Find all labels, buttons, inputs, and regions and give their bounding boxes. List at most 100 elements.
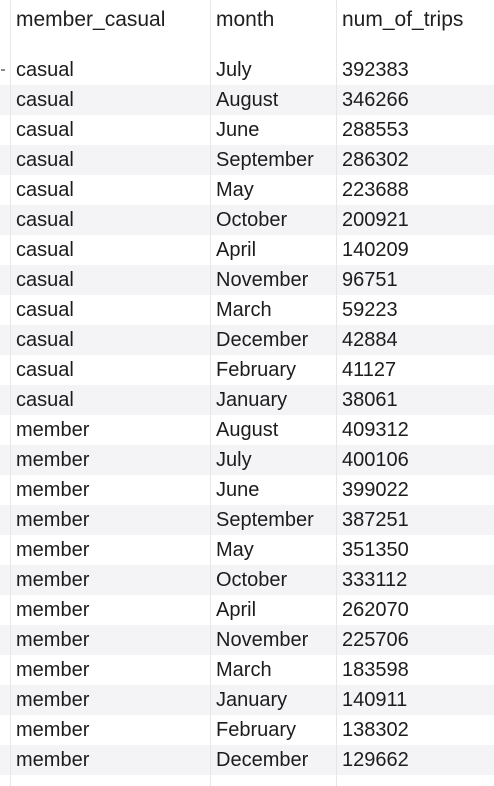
cell-month[interactable]: April (216, 239, 256, 261)
cell-member-casual[interactable]: member (16, 629, 89, 651)
table-row[interactable]: casual April 140209 (0, 235, 494, 265)
table-row[interactable]: member August 409312 (0, 415, 494, 445)
cell-member-casual[interactable]: member (16, 749, 89, 771)
cell-month[interactable]: January (216, 689, 287, 711)
cell-member-casual[interactable]: member (16, 539, 89, 561)
table-row[interactable]: member October 333112 (0, 565, 494, 595)
cell-num-of-trips[interactable]: 140911 (342, 689, 407, 711)
cell-num-of-trips[interactable]: 333112 (342, 569, 407, 591)
cell-month[interactable]: April (216, 599, 256, 621)
cell-member-casual[interactable]: casual (16, 179, 74, 201)
cell-num-of-trips[interactable]: 262070 (342, 599, 409, 621)
table-row[interactable]: member January 140911 (0, 685, 494, 715)
table-row[interactable]: member December 129662 (0, 745, 494, 775)
cell-member-casual[interactable]: member (16, 719, 89, 741)
cell-num-of-trips[interactable]: 392383 (342, 59, 409, 81)
cell-num-of-trips[interactable]: 42884 (342, 329, 398, 351)
table-row[interactable]: member February 138302 (0, 715, 494, 745)
cell-num-of-trips[interactable]: 399022 (342, 479, 409, 501)
cell-member-casual[interactable]: member (16, 569, 89, 591)
cell-month[interactable]: August (216, 419, 278, 441)
cell-member-casual[interactable]: casual (16, 149, 74, 171)
cell-month[interactable]: November (216, 269, 308, 291)
table-row[interactable]: casual June 288553 (0, 115, 494, 145)
cell-month[interactable]: June (216, 119, 259, 141)
cell-month[interactable]: January (216, 389, 287, 411)
cell-num-of-trips[interactable]: 288553 (342, 119, 409, 141)
cell-month[interactable]: July (216, 449, 252, 471)
cell-num-of-trips[interactable]: 41127 (342, 359, 396, 381)
table-row[interactable]: casual November 96751 (0, 265, 494, 295)
table-row[interactable]: member April 262070 (0, 595, 494, 625)
table-row[interactable]: casual September 286302 (0, 145, 494, 175)
cell-month[interactable]: March (216, 299, 272, 321)
table-row[interactable]: member June 399022 (0, 475, 494, 505)
table-row[interactable]: member July 400106 (0, 445, 494, 475)
cell-num-of-trips[interactable]: 387251 (342, 509, 409, 531)
table-row[interactable]: casual March 59223 (0, 295, 494, 325)
cell-num-of-trips[interactable]: 129662 (342, 749, 409, 771)
column-header-num-of-trips[interactable]: num_of_trips (342, 8, 463, 32)
column-divider (336, 0, 337, 786)
cell-month[interactable]: December (216, 329, 308, 351)
cell-member-casual[interactable]: member (16, 449, 89, 471)
cell-member-casual[interactable]: casual (16, 389, 74, 411)
cell-num-of-trips[interactable]: 223688 (342, 179, 409, 201)
cell-month[interactable]: June (216, 479, 259, 501)
cell-member-casual[interactable]: casual (16, 359, 74, 381)
cell-month[interactable]: October (216, 569, 287, 591)
cell-member-casual[interactable]: member (16, 479, 89, 501)
cell-month[interactable]: September (216, 509, 314, 531)
cell-member-casual[interactable]: casual (16, 119, 74, 141)
cell-month[interactable]: February (216, 359, 296, 381)
cell-num-of-trips[interactable]: 225706 (342, 629, 409, 651)
cell-num-of-trips[interactable]: 96751 (342, 269, 398, 291)
table-row[interactable]: member September 387251 (0, 505, 494, 535)
cell-member-casual[interactable]: casual (16, 269, 74, 291)
cell-member-casual[interactable]: casual (16, 59, 74, 81)
table-row[interactable]: casual August 346266 (0, 85, 494, 115)
column-header-month[interactable]: month (216, 8, 274, 32)
cell-month[interactable]: August (216, 89, 278, 111)
table-row[interactable]: member November 225706 (0, 625, 494, 655)
cell-num-of-trips[interactable]: 409312 (342, 419, 409, 441)
cell-month[interactable]: October (216, 209, 287, 231)
cell-member-casual[interactable]: member (16, 509, 89, 531)
cell-member-casual[interactable]: member (16, 599, 89, 621)
cell-member-casual[interactable]: member (16, 419, 89, 441)
cell-month[interactable]: July (216, 59, 252, 81)
table-row[interactable]: casual February 41127 (0, 355, 494, 385)
column-header-member-casual[interactable]: member_casual (16, 8, 165, 32)
cell-num-of-trips[interactable]: 183598 (342, 659, 409, 681)
table-row[interactable]: casual October 200921 (0, 205, 494, 235)
cell-member-casual[interactable]: casual (16, 329, 74, 351)
cell-member-casual[interactable]: casual (16, 209, 74, 231)
cell-month[interactable]: December (216, 749, 308, 771)
table-row[interactable]: casual May 223688 (0, 175, 494, 205)
table-row[interactable]: casual January 38061 (0, 385, 494, 415)
cell-num-of-trips[interactable]: 286302 (342, 149, 409, 171)
table-row[interactable]: casual July 392383 (0, 55, 494, 85)
cell-month[interactable]: September (216, 149, 314, 171)
cell-member-casual[interactable]: casual (16, 89, 74, 111)
cell-member-casual[interactable]: member (16, 659, 89, 681)
cell-num-of-trips[interactable]: 200921 (342, 209, 409, 231)
cell-member-casual[interactable]: member (16, 689, 89, 711)
table-row[interactable]: member March 183598 (0, 655, 494, 685)
cell-month[interactable]: November (216, 629, 308, 651)
cell-month[interactable]: March (216, 659, 272, 681)
cell-num-of-trips[interactable]: 400106 (342, 449, 409, 471)
cell-num-of-trips[interactable]: 351350 (342, 539, 409, 561)
cell-month[interactable]: February (216, 719, 296, 741)
cell-month[interactable]: May (216, 539, 254, 561)
table-row[interactable]: member May 351350 (0, 535, 494, 565)
cell-num-of-trips[interactable]: 140209 (342, 239, 409, 261)
cell-num-of-trips[interactable]: 138302 (342, 719, 409, 741)
cell-num-of-trips[interactable]: 38061 (342, 389, 398, 411)
cell-num-of-trips[interactable]: 59223 (342, 299, 398, 321)
cell-member-casual[interactable]: casual (16, 299, 74, 321)
cell-member-casual[interactable]: casual (16, 239, 74, 261)
cell-month[interactable]: May (216, 179, 254, 201)
table-row[interactable]: casual December 42884 (0, 325, 494, 355)
cell-num-of-trips[interactable]: 346266 (342, 89, 409, 111)
